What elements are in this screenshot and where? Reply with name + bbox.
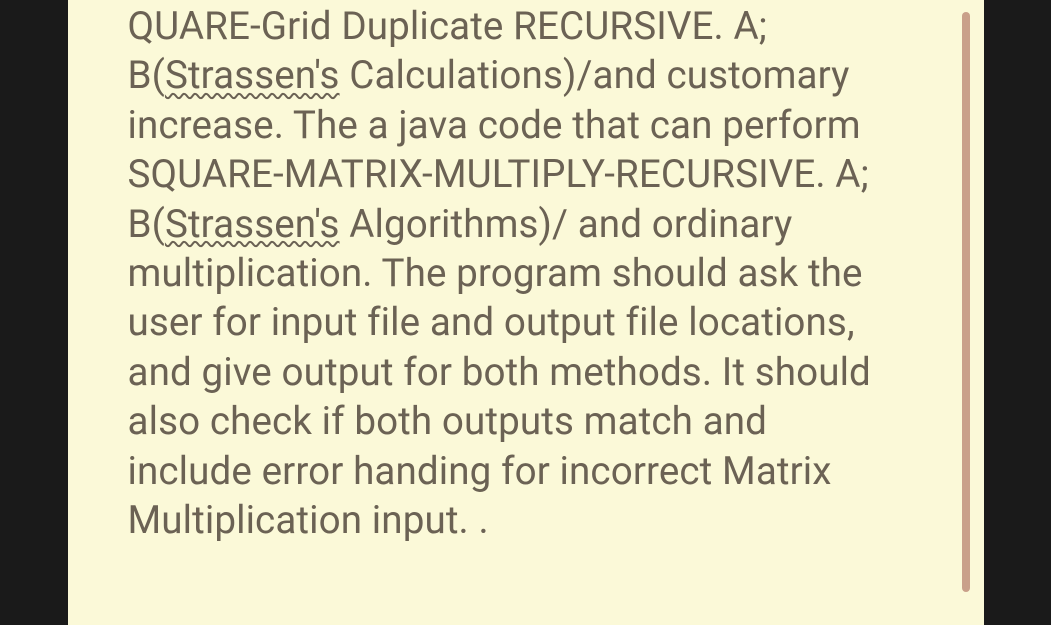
content-card: QUARE-Grid Duplicate RECURSIVE. A; B(Str…: [68, 0, 984, 625]
text-seg-3: Algorithms)/ and ordinary multiplication…: [128, 202, 871, 543]
scrollbar-thumb[interactable]: [962, 12, 970, 592]
spellcheck-underline-1: Strassen's: [165, 53, 340, 98]
document-text: QUARE-Grid Duplicate RECURSIVE. A; B(Str…: [128, 0, 924, 545]
spellcheck-underline-2: Strassen's: [165, 202, 340, 247]
